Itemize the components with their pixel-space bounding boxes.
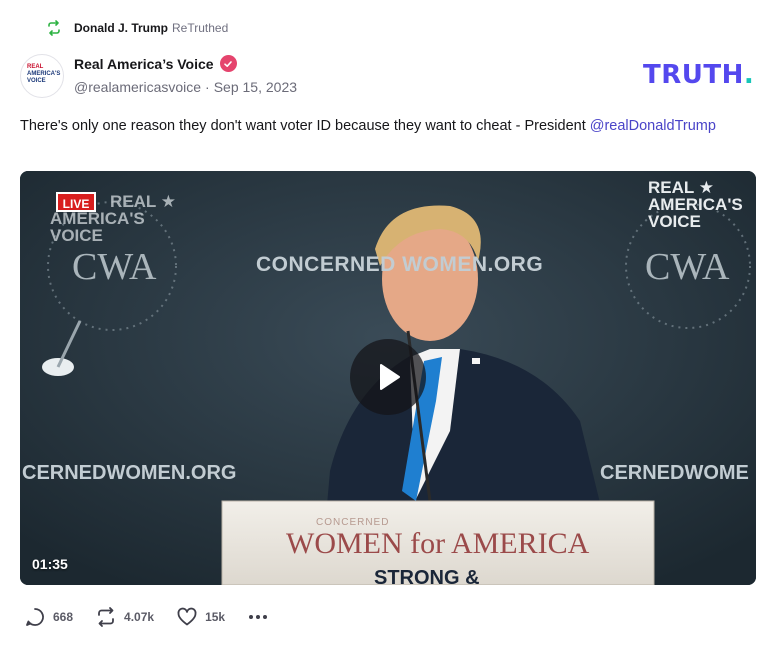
play-button[interactable] [350,339,426,415]
truth-logo-dot: . [743,60,755,90]
verified-badge-icon [219,55,237,72]
backdrop-text-top: CONCERNED WOMEN.ORG [256,253,544,276]
author-avatar[interactable]: REAL AMERICA'S VOICE [20,54,64,98]
retruth-label: ReTruthed [172,21,229,35]
cwa-seal-left-text: CWA [72,246,157,288]
rav-right-line-2: AMERICA'S [648,195,743,214]
meta-separator: · [205,79,210,95]
podium-main-text: WOMEN for AMERICA [286,527,590,560]
author-name-text[interactable]: Real America’s Voice [74,56,214,72]
retruth-user-link[interactable]: Donald J. Trump [74,21,168,35]
like-button[interactable]: 15k [176,606,225,628]
rav-right-line-1: REAL ★ [648,178,714,197]
rav-watermark-right: REAL ★ AMERICA'S VOICE [648,179,743,230]
retruth-button[interactable]: 4.07k [95,606,154,628]
video-player[interactable]: CONCERNED WOMEN.ORG CERNEDWOMEN.ORG CERN… [20,171,756,585]
post-actions: 668 4.07k 15k [24,604,298,630]
post-text: There's only one reason they don't want … [20,118,590,134]
podium-sub-text: STRONG & [374,567,480,585]
avatar-text-1: REAL [27,64,44,70]
reply-button[interactable]: 668 [24,606,73,628]
retruth-icon [48,20,60,36]
mention-link[interactable]: @realDonaldTrump [590,118,716,134]
post-date[interactable]: Sep 15, 2023 [214,79,297,95]
more-options-button[interactable] [247,606,276,628]
more-icon [249,615,268,619]
avatar-text-3: VOICE [27,78,46,84]
rav-right-line-3: VOICE [648,212,701,231]
author-handle[interactable]: @realamericasvoice [74,79,201,95]
post-meta: @realamericasvoice · Sep 15, 2023 [74,79,297,95]
truth-logo[interactable]: TRUTH. [643,60,754,90]
live-badge: LIVE [56,192,96,212]
play-icon [380,364,400,390]
retruth-action-icon [98,607,114,627]
author-name[interactable]: Real America’s Voice [74,55,237,72]
retruth-count: 4.07k [124,610,155,624]
avatar-logo: REAL AMERICA'S VOICE [27,64,61,88]
like-count: 15k [205,610,226,624]
backdrop-text-bottom-right: CERNEDWOME [600,462,749,484]
cwa-seal-right-text: CWA [645,246,730,288]
post-body: There's only one reason they don't want … [20,116,740,136]
heart-icon [177,607,197,626]
reply-count: 668 [53,610,74,624]
truth-logo-text: TRUTH [643,60,744,90]
retruth-header: Donald J. Trump ReTruthed [46,19,228,37]
video-duration: 01:35 [32,556,68,572]
avatar-text-2: AMERICA'S [27,71,61,77]
backdrop-text-bottom-left: CERNEDWOMEN.ORG [22,462,237,484]
rav-left-line-3: VOICE [50,226,103,245]
reply-icon [26,608,44,626]
